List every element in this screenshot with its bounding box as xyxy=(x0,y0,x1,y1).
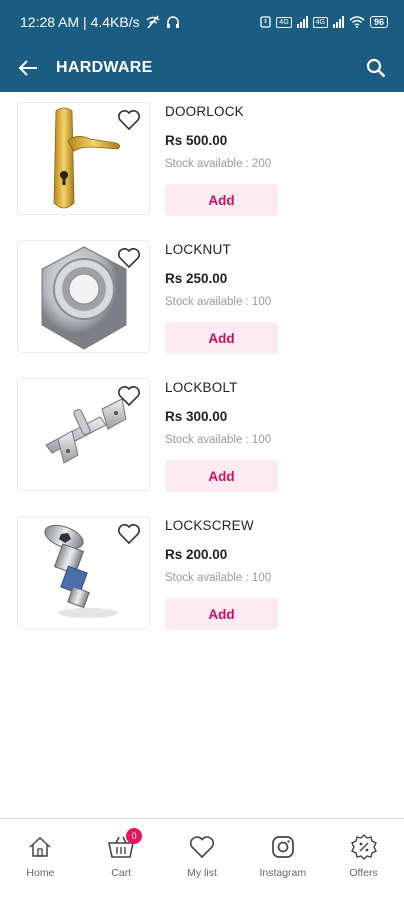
cart-count-badge: 0 xyxy=(126,828,143,844)
product-image-lockbolt[interactable] xyxy=(17,378,150,491)
alarm-icon xyxy=(260,16,271,28)
product-item: DOORLOCK Rs 500.00 Stock available : 200… xyxy=(0,102,404,240)
status-bar: 12:28 AM | 4.4KB/s 4G 4G 96 xyxy=(0,0,404,44)
add-to-cart-button[interactable]: Add xyxy=(165,598,278,630)
product-item: LOCKNUT Rs 250.00 Stock available : 100 … xyxy=(0,240,404,378)
product-item: LOCKSCREW Rs 200.00 Stock available : 10… xyxy=(0,516,404,654)
signal-icon-2 xyxy=(332,16,344,28)
battery-indicator: 96 xyxy=(369,16,388,28)
product-stock: Stock available : 100 xyxy=(165,296,272,308)
add-to-cart-button[interactable]: Add xyxy=(165,460,278,492)
wishlist-heart-icon[interactable] xyxy=(117,523,141,545)
product-price: Rs 500.00 xyxy=(165,133,228,148)
add-to-cart-button[interactable]: Add xyxy=(165,322,278,354)
cart-icon: 0 xyxy=(107,828,143,861)
nav-home-label: Home xyxy=(26,867,55,879)
add-to-cart-button[interactable]: Add xyxy=(165,184,278,216)
product-image-locknut[interactable] xyxy=(17,240,150,353)
product-name[interactable]: LOCKNUT xyxy=(165,242,231,257)
product-stock: Stock available : 100 xyxy=(165,572,272,584)
nav-offers-label: Offers xyxy=(349,867,378,879)
heart-icon xyxy=(188,833,216,861)
wifi-icon xyxy=(349,16,365,28)
home-icon xyxy=(26,833,54,861)
product-price: Rs 300.00 xyxy=(165,409,228,424)
product-image-doorlock[interactable] xyxy=(17,102,150,215)
status-time: 12:28 AM | 4.4KB/s xyxy=(20,14,140,30)
nav-offers[interactable]: Offers xyxy=(323,819,404,900)
wishlist-heart-icon[interactable] xyxy=(117,385,141,407)
wifi-off-icon xyxy=(146,15,160,29)
product-image-lockscrew[interactable] xyxy=(17,516,150,629)
product-item: LOCKBOLT Rs 300.00 Stock available : 100… xyxy=(0,378,404,516)
nav-my-list-label: My list xyxy=(187,867,217,879)
offers-icon xyxy=(350,833,378,861)
signal-icon xyxy=(296,16,308,28)
back-arrow-icon[interactable] xyxy=(16,56,40,80)
nav-instagram[interactable]: Instagram xyxy=(242,819,323,900)
network-type-badge-2: 4G xyxy=(312,16,328,28)
product-stock: Stock available : 100 xyxy=(165,434,272,446)
nav-my-list[interactable]: My list xyxy=(162,819,243,900)
wishlist-heart-icon[interactable] xyxy=(117,109,141,131)
nav-cart-label: Cart xyxy=(111,867,132,879)
product-name[interactable]: LOCKSCREW xyxy=(165,518,254,533)
search-icon[interactable] xyxy=(362,54,390,82)
product-price: Rs 250.00 xyxy=(165,271,228,286)
app-bar: HARDWARE xyxy=(0,44,404,92)
product-stock: Stock available : 200 xyxy=(165,158,272,170)
nav-home[interactable]: Home xyxy=(0,819,81,900)
network-type-badge: 4G xyxy=(276,16,292,28)
nav-cart[interactable]: 0 Cart xyxy=(81,819,162,900)
wishlist-heart-icon[interactable] xyxy=(117,247,141,269)
product-name[interactable]: DOORLOCK xyxy=(165,104,244,119)
nav-instagram-label: Instagram xyxy=(259,867,307,879)
product-price: Rs 200.00 xyxy=(165,547,228,562)
headphones-icon xyxy=(166,15,180,29)
instagram-icon xyxy=(269,833,297,861)
page-title: HARDWARE xyxy=(56,59,153,76)
product-name[interactable]: LOCKBOLT xyxy=(165,380,238,395)
bottom-navigation: Home 0 Cart My list Instagram Offers xyxy=(0,818,404,900)
